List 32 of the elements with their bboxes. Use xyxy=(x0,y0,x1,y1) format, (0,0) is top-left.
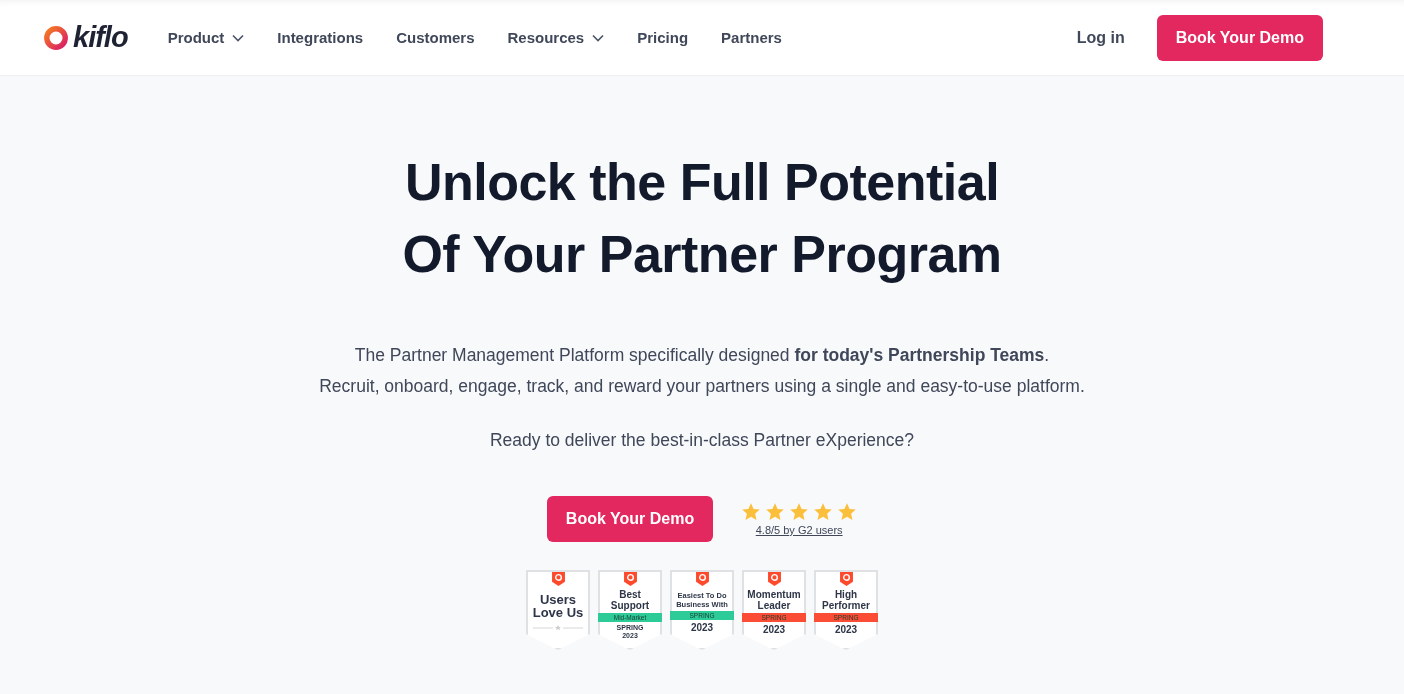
star-icon xyxy=(837,502,858,522)
star-icon xyxy=(789,502,810,522)
rating-link[interactable]: 4.8/5 by G2 users xyxy=(755,524,843,536)
chevron-down-icon xyxy=(232,33,245,42)
book-demo-button[interactable]: Book Your Demo xyxy=(1156,14,1323,61)
divider-star-icon xyxy=(533,625,583,631)
hero-title: Unlock the Full Potential xyxy=(404,152,1000,213)
lead-text: The Partner Management Platform specifically designed for today's Partnership Teams. xyxy=(353,344,1051,367)
nav-link[interactable]: Partners xyxy=(721,29,782,46)
nav-link[interactable]: Resources xyxy=(507,29,605,46)
badge-title: Best Support xyxy=(609,589,651,611)
nav-link[interactable]: Pricing xyxy=(637,29,689,46)
nav-link[interactable]: Integrations xyxy=(277,29,364,46)
lead-text: Recruit, onboard, engage, track, and reward your partners using a single and easy-to-use platform. xyxy=(319,375,1085,398)
badge-season: 2023 xyxy=(834,624,858,635)
star-icon xyxy=(765,502,786,522)
question-text: Ready to deliver the best-in-class Partner eXperience? xyxy=(489,430,915,451)
book-demo-button[interactable]: Book Your Demo xyxy=(546,496,714,542)
nav-link[interactable]: Customers xyxy=(396,29,475,46)
hero-title: Of Your Partner Program xyxy=(402,224,1002,285)
chevron-down-icon xyxy=(592,33,605,42)
ring-logo-icon xyxy=(43,24,69,51)
badge-title: High Performer xyxy=(821,589,871,611)
star-icon xyxy=(813,502,834,522)
badge-title: Momentum Leader xyxy=(746,589,802,611)
nav-link[interactable]: Product xyxy=(167,29,245,46)
login-link[interactable]: Log in xyxy=(1076,28,1125,47)
badge-season: 2023 xyxy=(690,622,714,633)
logo[interactable]: kiflo xyxy=(43,21,128,54)
star-icon xyxy=(741,502,762,522)
badge-season: 2023 xyxy=(762,624,786,635)
badge-title: Users Love Us xyxy=(531,593,585,619)
